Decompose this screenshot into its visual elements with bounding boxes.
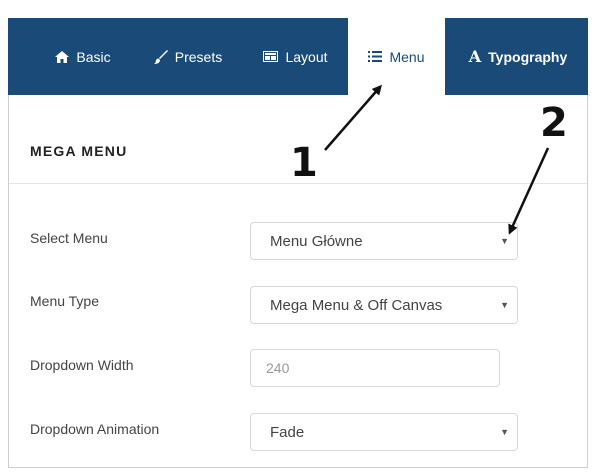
- select-menu-value: Menu Główne: [270, 232, 363, 250]
- tab-presets[interactable]: Presets: [138, 18, 238, 95]
- annotation-number-1: 1: [290, 140, 318, 186]
- home-icon: [55, 50, 70, 63]
- tab-layout-label: Layout: [285, 48, 328, 65]
- dropdown-caret-icon: ▼: [500, 300, 509, 310]
- tab-menu-label: Menu: [389, 48, 425, 65]
- dropdown-width-label: Dropdown Width: [30, 357, 134, 373]
- dropdown-width-input[interactable]: 240: [250, 349, 500, 387]
- select-menu-label: Select Menu: [30, 230, 108, 246]
- font-icon: A: [468, 47, 482, 66]
- section-title: MEGA MENU: [30, 143, 128, 159]
- dropdown-animation-label: Dropdown Animation: [30, 421, 160, 437]
- tab-typography-label: Typography: [488, 48, 568, 65]
- brush-icon: [153, 49, 168, 64]
- tab-layout[interactable]: Layout: [248, 18, 343, 95]
- dropdown-caret-icon: ▼: [500, 236, 509, 246]
- tab-basic-label: Basic: [76, 48, 111, 65]
- select-menu-dropdown[interactable]: Menu Główne ▼: [250, 222, 518, 260]
- menu-type-label: Menu Type: [30, 293, 100, 309]
- tab-menu[interactable]: Menu: [348, 18, 445, 95]
- annotation-number-2: 2: [540, 100, 568, 146]
- menu-type-dropdown[interactable]: Mega Menu & Off Canvas ▼: [250, 286, 518, 324]
- dropdown-animation-dropdown[interactable]: Fade ▼: [250, 413, 518, 451]
- dropdown-caret-icon: ▼: [500, 427, 509, 437]
- tab-bar: Basic Presets Layout Menu A Typography: [8, 18, 588, 95]
- dropdown-width-placeholder: 240: [266, 360, 290, 376]
- tab-presets-label: Presets: [174, 48, 223, 65]
- tab-typography[interactable]: A Typography: [453, 18, 583, 95]
- menu-type-value: Mega Menu & Off Canvas: [270, 296, 443, 314]
- dropdown-animation-value: Fade: [270, 423, 305, 441]
- layout-icon: [263, 51, 279, 62]
- tab-basic[interactable]: Basic: [38, 18, 128, 95]
- list-icon: [368, 51, 383, 62]
